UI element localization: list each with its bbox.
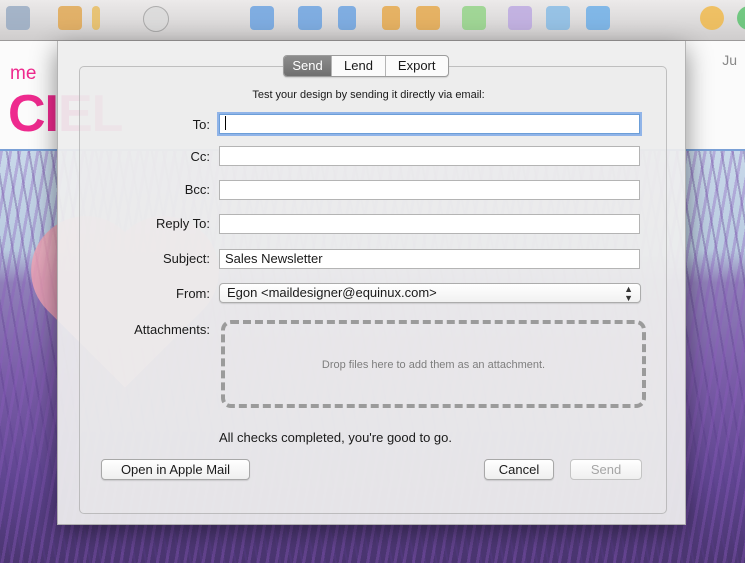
mail-icon[interactable] bbox=[6, 6, 30, 30]
drop-zone-hint: Drop files here to add them as an attach… bbox=[321, 359, 546, 371]
cancel-button[interactable]: Cancel bbox=[484, 459, 554, 480]
align-icon[interactable] bbox=[338, 6, 356, 30]
move-icon[interactable] bbox=[58, 6, 82, 30]
reply-to-field[interactable] bbox=[219, 214, 640, 234]
from-label: From: bbox=[176, 286, 210, 301]
attachments-label: Attachments: bbox=[134, 322, 210, 337]
sun-icon[interactable] bbox=[700, 6, 724, 30]
tools-icon[interactable] bbox=[586, 6, 610, 30]
send-button[interactable]: Send bbox=[570, 459, 642, 480]
open-in-apple-mail-button[interactable]: Open in Apple Mail bbox=[101, 459, 250, 480]
tab-export[interactable]: Export bbox=[384, 56, 448, 76]
from-select[interactable]: Egon <maildesigner@equinux.com> ▲ ▼ bbox=[219, 283, 641, 303]
subject-label: Subject: bbox=[163, 251, 210, 266]
from-select-value: Egon <maildesigner@equinux.com> bbox=[227, 285, 437, 300]
to-label: To: bbox=[192, 117, 210, 132]
attachment-drop-zone[interactable]: Drop files here to add them as an attach… bbox=[221, 320, 646, 408]
app-toolbar bbox=[0, 0, 745, 41]
cc-field[interactable] bbox=[219, 146, 640, 166]
subject-field[interactable]: Sales Newsletter bbox=[219, 249, 640, 269]
image-icon[interactable] bbox=[462, 6, 486, 30]
cc-label: Cc: bbox=[190, 149, 211, 164]
tab-send[interactable]: Send bbox=[284, 56, 331, 76]
bcc-label: Bcc: bbox=[184, 182, 210, 197]
arrow-icon[interactable] bbox=[416, 6, 440, 30]
brand-small-text: me bbox=[10, 63, 37, 84]
shape-icon[interactable] bbox=[250, 6, 274, 30]
shape-icon[interactable] bbox=[298, 6, 322, 30]
clock-icon[interactable] bbox=[143, 6, 169, 32]
column-label: Ju bbox=[722, 52, 737, 68]
status-message: All checks completed, you're good to go. bbox=[219, 430, 453, 445]
instruction-text: Test your design by sending it directly … bbox=[0, 89, 745, 101]
rotate-icon[interactable] bbox=[382, 6, 400, 30]
ruler-icon[interactable] bbox=[92, 6, 100, 30]
color-icon[interactable] bbox=[737, 6, 745, 30]
text-icon[interactable] bbox=[508, 6, 532, 30]
text-caret bbox=[225, 116, 226, 130]
mode-segmented-control: Send Lend Export bbox=[283, 55, 449, 77]
reply-to-label: Reply To: bbox=[156, 216, 210, 231]
instruction-label: Test your design by sending it directly … bbox=[252, 89, 485, 101]
tab-lend[interactable]: Lend bbox=[331, 56, 385, 76]
bcc-field[interactable] bbox=[219, 180, 640, 200]
to-field[interactable] bbox=[219, 114, 640, 134]
brush-icon[interactable] bbox=[546, 6, 570, 30]
chevron-up-down-icon: ▲ ▼ bbox=[624, 284, 633, 303]
